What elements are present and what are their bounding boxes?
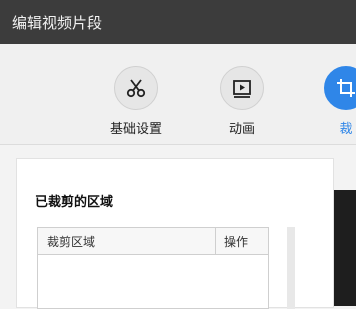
crop-label: 裁 — [339, 122, 353, 137]
cropped-regions-panel: 已裁剪的区域 裁剪区域 操作 — [16, 158, 334, 309]
crop-icon — [324, 66, 356, 110]
toolbar: 基础设置 动画 裁 — [0, 44, 356, 145]
cropped-regions-heading: 已裁剪的区域 — [35, 195, 114, 210]
basic-settings-label: 基础设置 — [109, 122, 162, 137]
window-title: 编辑视频片段 — [12, 14, 103, 32]
crop-button[interactable]: 裁 — [306, 66, 356, 137]
column-actions: 操作 — [224, 235, 249, 249]
table-header: 裁剪区域 操作 — [38, 228, 268, 255]
cropped-regions-table: 裁剪区域 操作 — [37, 227, 269, 309]
background-window-edge — [334, 190, 356, 306]
animation-icon — [220, 66, 264, 110]
animation-label: 动画 — [228, 122, 255, 137]
column-divider — [215, 228, 216, 254]
basic-settings-button[interactable]: 基础设置 — [96, 66, 176, 137]
scissors-icon — [114, 66, 158, 110]
window-titlebar: 编辑视频片段 — [0, 0, 356, 44]
table-scrollbar[interactable] — [287, 227, 295, 309]
animation-button[interactable]: 动画 — [202, 66, 282, 137]
column-crop-region: 裁剪区域 — [47, 235, 96, 249]
